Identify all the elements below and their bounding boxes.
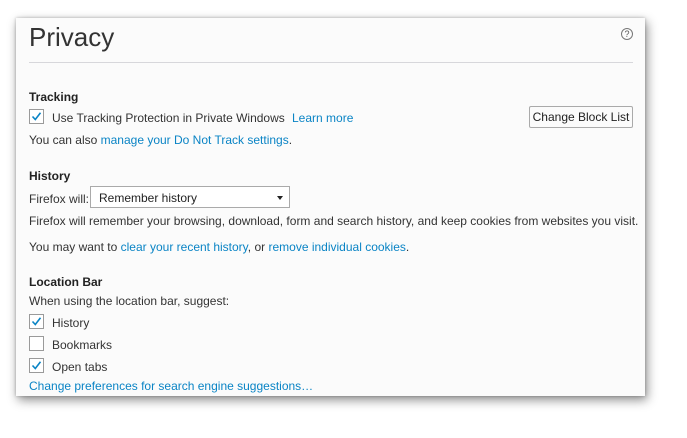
change-block-list-button[interactable]: Change Block List [529,106,633,128]
tracking-protection-checkbox[interactable] [29,109,44,124]
history-suffix: . [405,240,410,254]
location-bar-heading: Location Bar [29,275,103,289]
suggest-bookmarks-checkbox[interactable] [29,336,44,351]
suggest-open-tabs-label: Open tabs [52,360,108,374]
question-circle-icon[interactable]: ? [621,28,633,40]
history-mode-select[interactable]: Remember history [90,186,290,208]
suggest-open-tabs-checkbox[interactable] [29,358,44,373]
may-want-prefix: You may want to [29,240,118,254]
history-description: Firefox will remember your browsing, dow… [29,214,639,228]
page-title: Privacy [29,22,115,52]
suggest-history-checkbox[interactable] [29,314,44,329]
firefox-will-label: Firefox will: [29,192,90,206]
suggest-history-label: History [52,316,90,330]
history-mode-value: Remember history [99,191,198,205]
or-text: , or [247,240,266,254]
suggest-label: When using the location bar, suggest: [29,294,230,308]
clear-history-link[interactable]: clear your recent history [121,240,248,254]
divider [29,62,633,63]
privacy-panel: Privacy ? Tracking Use Tracking Protecti… [16,18,645,396]
suggest-bookmarks-label: Bookmarks [52,338,113,352]
dropdown-arrow-icon [277,196,283,200]
dnt-prefix: You can also [29,133,98,147]
learn-more-link[interactable]: Learn more [292,111,353,125]
dnt-line: You can also manage your Do Not Track se… [29,133,292,147]
search-engine-prefs-link[interactable]: Change preferences for search engine sug… [29,379,313,393]
history-actions-line: You may want to clear your recent histor… [29,240,409,254]
tracking-heading: Tracking [29,90,79,104]
history-heading: History [29,169,71,183]
dnt-suffix: . [288,133,293,147]
remove-cookies-link[interactable]: remove individual cookies [268,240,405,254]
checkmark-icon [31,112,42,121]
checkmark-icon [31,361,42,370]
tracking-protection-label: Use Tracking Protection in Private Windo… [52,111,285,125]
manage-dnt-link[interactable]: manage your Do Not Track settings [101,133,289,147]
checkmark-icon [31,317,42,326]
